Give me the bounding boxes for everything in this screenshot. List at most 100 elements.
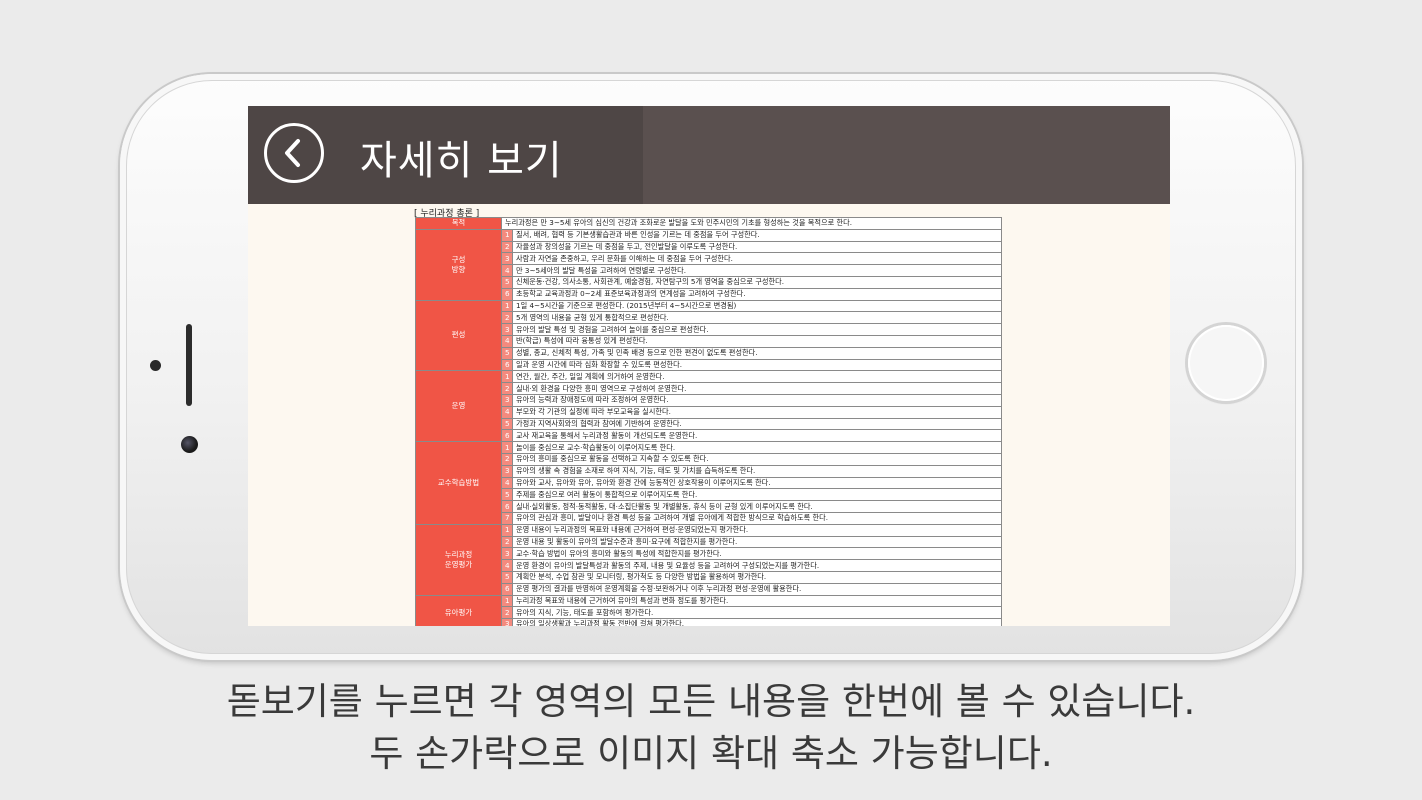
item-number: 4 bbox=[501, 334, 513, 348]
front-camera-icon bbox=[181, 436, 198, 453]
table-row: 2 유아의 흥미를 중심으로 활동을 선택하고 지속할 수 있도록 한다. bbox=[416, 452, 1002, 466]
caption: 돋보기를 누르면 각 영역의 모든 내용을 한번에 볼 수 있습니다. 두 손가… bbox=[0, 676, 1422, 780]
item-number: 3 bbox=[501, 323, 513, 336]
item-number: 4 bbox=[501, 264, 513, 277]
item-number: 3 bbox=[501, 393, 513, 407]
table-row: 5 계획안 분석, 수업 참관 및 모니터링, 평가척도 등 다양한 방법을 활용… bbox=[416, 570, 1002, 584]
purpose-label: 목적 bbox=[415, 217, 502, 230]
item-text: 일과 운영 시간에 따라 심화 확장할 수 있도록 편성한다. bbox=[512, 358, 1002, 372]
earpiece-speaker bbox=[186, 324, 192, 406]
item-text: 유아와 교사, 유아와 유아, 유아와 환경 간에 능동적인 상호작용이 이루어… bbox=[512, 476, 1002, 490]
section-label: 편성 bbox=[415, 299, 502, 372]
item-text: 실내·실외활동, 정적·동적활동, 대·소집단활동 및 개별활동, 휴식 등이 … bbox=[512, 500, 1002, 513]
item-number: 2 bbox=[501, 240, 513, 254]
item-text: 놀이를 중심으로 교수·학습활동이 이루어지도록 한다. bbox=[512, 441, 1002, 454]
item-text: 사람과 자연을 존중하고, 우리 문화를 이해하는 데 중점을 두어 구성한다. bbox=[512, 252, 1002, 266]
item-number: 1 bbox=[501, 299, 513, 313]
item-text: 운영 내용이 누리과정의 목표와 내용에 근거하여 편성·운영되었는지 평가한다… bbox=[512, 523, 1002, 537]
table-row: 5 주제를 중심으로 여러 활동이 통합적으로 이루어지도록 한다. bbox=[416, 488, 1002, 502]
table-row: 5 가정과 지역사회와의 협력과 참여에 기반하여 운영한다. bbox=[416, 417, 1002, 431]
section-label: 운영 bbox=[415, 370, 502, 443]
app-screen: 자세히 보기 [ 누리과정 총론 ] 목적 누리과정은 만 3~5세 유아의 심… bbox=[248, 106, 1170, 626]
item-number: 2 bbox=[501, 452, 513, 466]
table-row: 3 유아의 발달 특성 및 경험을 고려하여 놀이를 중심으로 편성한다. bbox=[416, 323, 1002, 336]
item-text: 반(학급) 특성에 따라 융통성 있게 편성한다. bbox=[512, 334, 1002, 348]
table-row: 2 5개 영역의 내용을 균형 있게 통합적으로 편성한다. bbox=[416, 311, 1002, 325]
item-text: 실내·외 환경을 다양한 흥미 영역으로 구성하여 운영한다. bbox=[512, 382, 1002, 395]
table-row: 6 운영 평가의 결과를 반영하여 운영계획을 수정·보완하거나 이후 누리과정 … bbox=[416, 582, 1002, 596]
table-row: 4 유아와 교사, 유아와 유아, 유아와 환경 간에 능동적인 상호작용이 이루… bbox=[416, 476, 1002, 490]
item-text: 유아의 지식, 기능, 태도를 포함하여 평가한다. bbox=[512, 606, 1002, 620]
section-label: 구성 방향 bbox=[415, 228, 502, 301]
item-number: 2 bbox=[501, 606, 513, 620]
item-number: 3 bbox=[501, 464, 513, 478]
item-text: 질서, 배려, 협력 등 기본생활습관과 바른 인성을 기르는 데 중점을 두어… bbox=[512, 228, 1002, 242]
table-row: 4만 3~5세아의 발달 특성을 고려하여 연령별로 구성한다. bbox=[416, 264, 1002, 277]
curriculum-table: 목적 누리과정은 만 3~5세 유아의 심신의 건강과 조화로운 발달을 도와 … bbox=[415, 217, 1002, 626]
table-row: 3 사람과 자연을 존중하고, 우리 문화를 이해하는 데 중점을 두어 구성한다… bbox=[416, 252, 1002, 266]
home-button[interactable] bbox=[1188, 325, 1264, 401]
table-row: 편성 1 1일 4~5시간을 기준으로 편성한다. (2015년부터 4~5시간으로… bbox=[415, 299, 1002, 372]
header-bar: 자세히 보기 bbox=[248, 106, 1170, 204]
table-row: 6 교사 재교육을 통해서 누리과정 활동이 개선되도록 운영한다. bbox=[416, 429, 1002, 443]
item-number: 1 bbox=[501, 523, 513, 537]
table-row: 유아평가 1 누리과정 목표와 내용에 근거하여 유아의 특성과 변화 정도를 평가… bbox=[415, 594, 1002, 626]
curriculum-image[interactable]: [ 누리과정 총론 ] 목적 누리과정은 만 3~5세 유아의 심신의 건강과 … bbox=[248, 204, 1170, 626]
item-number: 3 bbox=[501, 252, 513, 266]
item-number: 4 bbox=[501, 476, 513, 490]
proximity-sensor bbox=[150, 360, 161, 371]
item-text: 교사 재교육을 통해서 누리과정 활동이 개선되도록 운영한다. bbox=[512, 429, 1002, 443]
item-number: 5 bbox=[501, 488, 513, 502]
table-row: 6 실내·실외활동, 정적·동적활동, 대·소집단활동 및 개별활동, 휴식 등이… bbox=[416, 500, 1002, 513]
item-text: 유아의 발달 특성 및 경험을 고려하여 놀이를 중심으로 편성한다. bbox=[512, 323, 1002, 336]
item-number: 1 bbox=[501, 594, 513, 608]
back-button[interactable] bbox=[264, 123, 324, 183]
item-text: 1일 4~5시간을 기준으로 편성한다. (2015년부터 4~5시간으로 변경… bbox=[512, 299, 1002, 313]
item-number: 6 bbox=[501, 287, 513, 301]
item-text: 운영 환경이 유아의 발달특성과 활동의 주제, 내용 및 요율성 등을 고려하… bbox=[512, 559, 1002, 572]
item-number: 1 bbox=[501, 228, 513, 242]
item-text: 계획안 분석, 수업 참관 및 모니터링, 평가척도 등 다양한 방법을 활용하… bbox=[512, 570, 1002, 584]
caption-line-2: 두 손가락으로 이미지 확대 축소 가능합니다. bbox=[369, 732, 1053, 775]
item-text: 초등학교 교육과정과 0~2세 표준보육과정과의 연계성을 고려하여 구성한다. bbox=[512, 287, 1002, 301]
item-number: 6 bbox=[501, 582, 513, 596]
table-row: 2 실내·외 환경을 다양한 흥미 영역으로 구성하여 운영한다. bbox=[416, 382, 1002, 395]
item-number: 6 bbox=[501, 500, 513, 513]
table-row: 교수학습방법 1 놀이를 중심으로 교수·학습활동이 이루어지도록 한다. bbox=[415, 441, 1002, 525]
item-number: 2 bbox=[501, 535, 513, 549]
item-text: 유아의 생활 속 경험을 소재로 하여 지식, 기능, 태도 및 가치를 습득하… bbox=[512, 464, 1002, 478]
item-text: 5개 영역의 내용을 균형 있게 통합적으로 편성한다. bbox=[512, 311, 1002, 325]
item-text: 부모와 각 기관의 실정에 따라 부모교육을 실시한다. bbox=[512, 405, 1002, 419]
page-title: 자세히 보기 bbox=[360, 138, 563, 184]
table-row: 3 유아의 일상생활과 누리과정 활동 전반에 걸쳐 평가한다. bbox=[416, 618, 1002, 626]
table-row: 누리과정 운영평가 1 운영 내용이 누리과정의 목표와 내용에 근거하여 편성·운… bbox=[415, 523, 1002, 596]
table-row: 7 유아의 관심과 흥미, 발달이나 환경 특성 등을 고려하여 개별 유아에게 … bbox=[416, 511, 1002, 525]
item-text: 운영 내용 및 활동이 유아의 발달수준과 흥미·요구에 적합한지를 평가한다. bbox=[512, 535, 1002, 549]
table-row: 4 운영 환경이 유아의 발달특성과 활동의 주제, 내용 및 요율성 등을 고려… bbox=[416, 559, 1002, 572]
item-number: 2 bbox=[501, 311, 513, 325]
table-row: 2 운영 내용 및 활동이 유아의 발달수준과 흥미·요구에 적합한지를 평가한다… bbox=[416, 535, 1002, 549]
item-text: 자율성과 창의성을 기르는 데 중점을 두고, 전인발달을 이루도록 구성한다. bbox=[512, 240, 1002, 254]
section-label: 유아평가 bbox=[415, 594, 502, 626]
item-number: 2 bbox=[501, 382, 513, 395]
item-text: 운영 평가의 결과를 반영하여 운영계획을 수정·보완하거나 이후 누리과정 편… bbox=[512, 582, 1002, 596]
purpose-text: 누리과정은 만 3~5세 유아의 심신의 건강과 조화로운 발달을 도와 민주시… bbox=[501, 217, 1002, 230]
item-text: 유아의 일상생활과 누리과정 활동 전반에 걸쳐 평가한다. bbox=[512, 618, 1002, 626]
caption-line-1: 돋보기를 누르면 각 영역의 모든 내용을 한번에 볼 수 있습니다. bbox=[226, 680, 1196, 723]
table-row: 구성 방향 1 질서, 배려, 협력 등 기본생활습관과 바른 인성을 기르는 데 … bbox=[415, 228, 1002, 301]
item-number: 4 bbox=[501, 405, 513, 419]
table-row: 6 초등학교 교육과정과 0~2세 표준보육과정과의 연계성을 고려하여 구성한다… bbox=[416, 287, 1002, 301]
item-text: 성별, 종교, 신체적 특성, 가족 및 민족 배경 등으로 인한 편견이 없도… bbox=[512, 346, 1002, 360]
table-row: 목적 누리과정은 만 3~5세 유아의 심신의 건강과 조화로운 발달을 도와 … bbox=[415, 217, 1002, 230]
table-row: 2 자율성과 창의성을 기르는 데 중점을 두고, 전인발달을 이루도록 구성한다… bbox=[416, 240, 1002, 254]
item-number: 4 bbox=[501, 559, 513, 572]
item-number: 6 bbox=[501, 358, 513, 372]
table-row: 3 유아의 생활 속 경험을 소재로 하여 지식, 기능, 태도 및 가치를 습득… bbox=[416, 464, 1002, 478]
table-row: 3 유아의 능력과 장애정도에 따라 조정하여 운영한다. bbox=[416, 393, 1002, 407]
item-number: 1 bbox=[501, 370, 513, 384]
item-text: 신체운동·건강, 의사소통, 사회관계, 예술경험, 자연탐구의 5개 영역을 … bbox=[512, 275, 1002, 289]
item-number: 7 bbox=[501, 511, 513, 525]
table-row: 6 일과 운영 시간에 따라 심화 확장할 수 있도록 편성한다. bbox=[416, 358, 1002, 372]
table-row: 5 성별, 종교, 신체적 특성, 가족 및 민족 배경 등으로 인한 편견이 없… bbox=[416, 346, 1002, 360]
table-row: 5 신체운동·건강, 의사소통, 사회관계, 예술경험, 자연탐구의 5개 영역을… bbox=[416, 275, 1002, 289]
